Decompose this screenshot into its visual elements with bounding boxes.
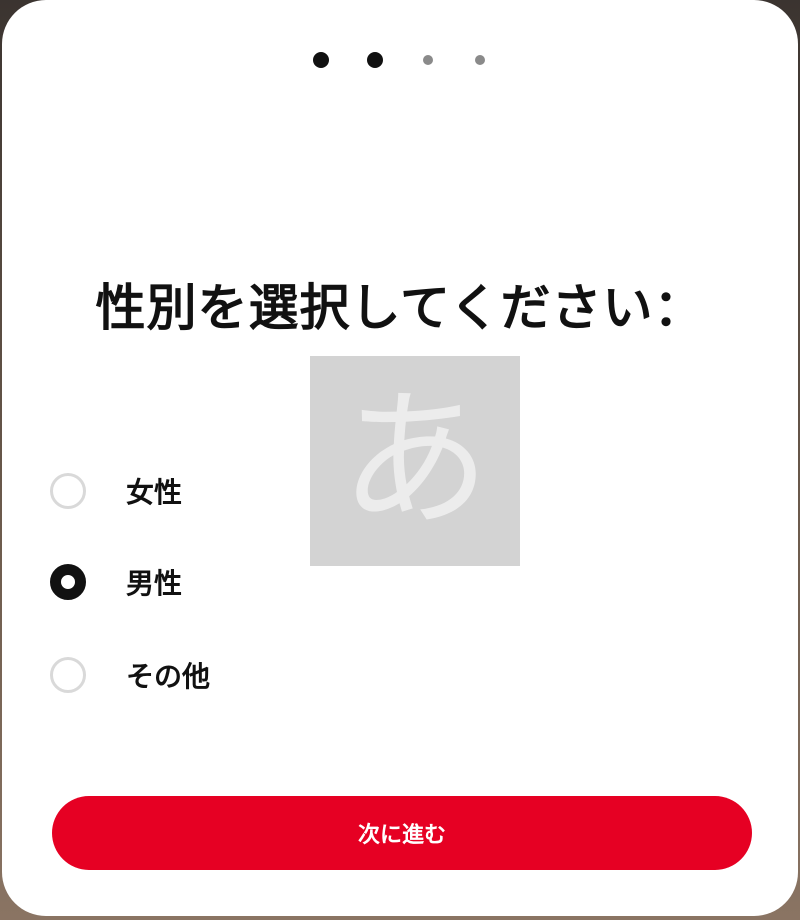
step-dot-4 — [475, 55, 485, 65]
page-title: 性別を選択してください： — [95, 279, 705, 337]
step-dot-1 — [313, 52, 329, 68]
option-other[interactable]: その他 — [50, 653, 210, 697]
image-placeholder: あ — [310, 356, 520, 566]
step-dot-3 — [423, 55, 433, 65]
gender-select-modal: 性別を選択してください： あ 女性 男性 その他 次に進む — [2, 0, 798, 916]
option-female[interactable]: 女性 — [50, 469, 182, 513]
radio-male[interactable] — [50, 564, 86, 600]
next-button[interactable]: 次に進む — [52, 796, 752, 870]
option-male[interactable]: 男性 — [50, 560, 182, 604]
radio-female[interactable] — [50, 473, 86, 509]
progress-stepper — [2, 52, 798, 68]
option-female-label: 女性 — [126, 476, 183, 509]
option-male-label: 男性 — [126, 567, 183, 600]
placeholder-glyph: あ — [339, 374, 490, 548]
step-dot-2 — [367, 52, 383, 68]
radio-other[interactable] — [50, 657, 86, 693]
option-other-label: その他 — [126, 660, 211, 693]
